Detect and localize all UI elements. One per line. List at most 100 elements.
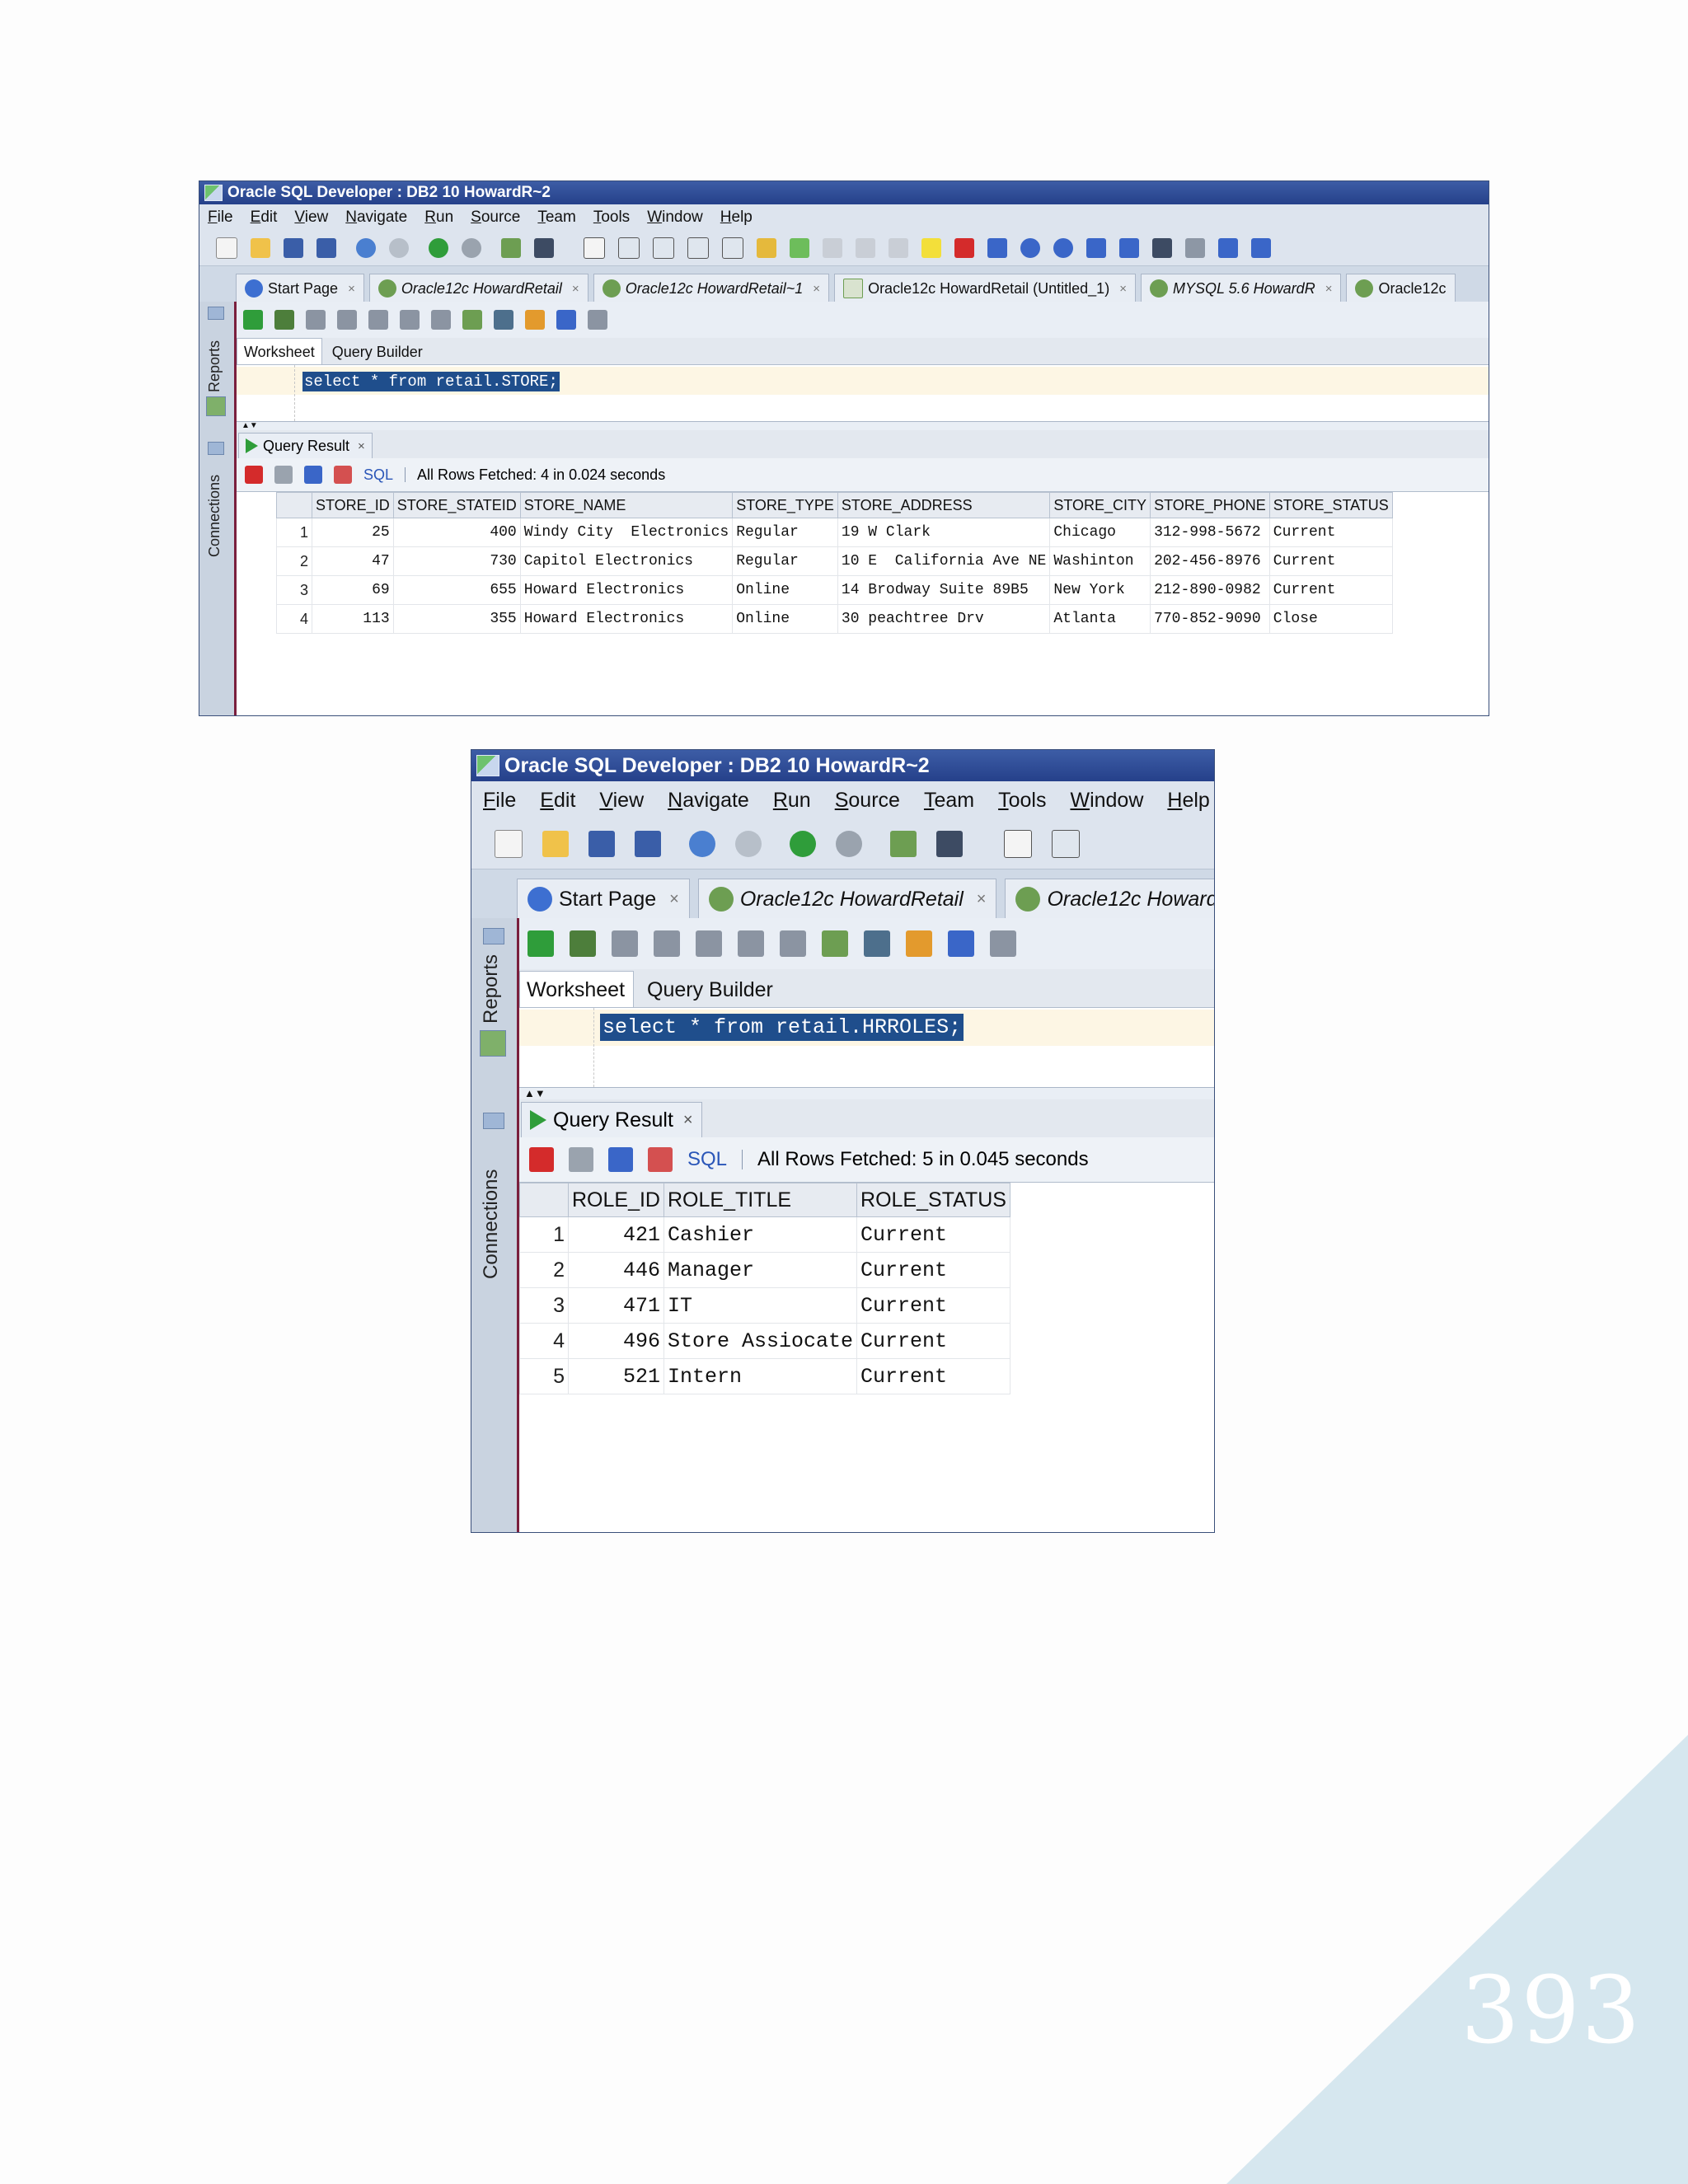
column-header[interactable]: STORE_PHONE: [1150, 492, 1270, 518]
arrow-back-icon[interactable]: [1218, 238, 1238, 258]
format2-icon[interactable]: [856, 238, 875, 258]
column-header[interactable]: STORE_ID: [312, 492, 394, 518]
new-icon[interactable]: [216, 237, 237, 259]
run-script-icon[interactable]: [570, 930, 596, 957]
column-header[interactable]: STORE_ADDRESS: [837, 492, 1051, 518]
cell-role-status[interactable]: Current: [856, 1287, 1010, 1324]
sql-connection-icon[interactable]: [501, 238, 521, 258]
cell-role-status[interactable]: Current: [856, 1252, 1010, 1288]
arrow-next-icon[interactable]: [1251, 238, 1271, 258]
uppercase-icon[interactable]: [494, 310, 513, 330]
cell-store-type[interactable]: Regular: [732, 518, 838, 547]
new-icon[interactable]: [495, 830, 523, 858]
redo-icon[interactable]: [389, 238, 409, 258]
rollback-icon[interactable]: [654, 930, 680, 957]
run-statement-icon[interactable]: [528, 930, 554, 957]
cell-role-id[interactable]: 471: [568, 1287, 664, 1324]
tab-oracle12c-howardre[interactable]: Oracle12c HowardRe: [1005, 879, 1214, 919]
cell-role-id[interactable]: 521: [568, 1358, 664, 1394]
run-script-icon[interactable]: [274, 310, 294, 330]
cell-store-stateid[interactable]: 730: [392, 546, 521, 576]
cell-role-id[interactable]: 496: [568, 1323, 664, 1359]
open-folder-icon[interactable]: [251, 238, 270, 258]
cell-store-status[interactable]: Current: [1268, 518, 1393, 547]
pointer-icon[interactable]: [1004, 830, 1032, 858]
delete-icon[interactable]: [648, 1147, 673, 1172]
explain-plan-icon[interactable]: [368, 310, 388, 330]
close-icon[interactable]: ×: [977, 890, 987, 909]
cell-store-address[interactable]: 14 Brodway Suite 89B5: [837, 575, 1051, 605]
history-icon[interactable]: [948, 930, 974, 957]
menu-view[interactable]: View: [294, 209, 328, 227]
back-icon[interactable]: [429, 238, 448, 258]
tab-query-builder[interactable]: Query Builder: [640, 972, 781, 1007]
menu-file[interactable]: File: [483, 789, 516, 813]
tab-query-builder[interactable]: Query Builder: [326, 339, 429, 364]
close-icon[interactable]: ×: [572, 282, 579, 296]
close-icon[interactable]: ×: [669, 890, 679, 909]
forward-icon[interactable]: [836, 831, 862, 857]
table-row[interactable]: 1 421 Cashier Current: [519, 1216, 1010, 1253]
menu-navigate[interactable]: Navigate: [345, 209, 407, 227]
copy-icon[interactable]: [687, 237, 709, 259]
tab-start-page[interactable]: Start Page ×: [517, 879, 690, 919]
cell-role-status[interactable]: Current: [856, 1216, 1010, 1253]
history-icon[interactable]: [556, 310, 576, 330]
binoculars-icon[interactable]: [534, 238, 554, 258]
menu-help[interactable]: Help: [720, 209, 753, 227]
column-header[interactable]: ROLE_STATUS: [856, 1183, 1010, 1217]
save-icon[interactable]: [284, 238, 303, 258]
menu-edit[interactable]: Edit: [540, 789, 575, 813]
cell-store-stateid[interactable]: 355: [392, 604, 521, 634]
forward-icon[interactable]: [462, 238, 481, 258]
tab-worksheet[interactable]: Worksheet: [519, 971, 635, 1007]
menu-help[interactable]: Help: [1167, 789, 1209, 813]
run-statement-icon[interactable]: [243, 310, 263, 330]
menu-file[interactable]: File: [208, 209, 233, 227]
sql-editor[interactable]: select * from retail.HRROLES;: [519, 1008, 1214, 1088]
commit-icon[interactable]: [306, 310, 326, 330]
close-icon[interactable]: ×: [683, 1111, 693, 1130]
close-icon[interactable]: ×: [1119, 282, 1127, 296]
cell-store-phone[interactable]: 312-998-5672: [1150, 518, 1270, 547]
cell-store-status[interactable]: Current: [1268, 546, 1393, 576]
reports-icon[interactable]: [480, 1030, 506, 1057]
cell-store-type[interactable]: Online: [732, 575, 838, 605]
cell-role-status[interactable]: Current: [856, 1323, 1010, 1359]
panel-icon[interactable]: [208, 307, 224, 320]
cell-store-stateid[interactable]: 400: [392, 518, 521, 547]
binoculars-icon[interactable]: [936, 831, 963, 857]
back-icon[interactable]: [790, 831, 816, 857]
redo-icon[interactable]: [735, 831, 762, 857]
table-row[interactable]: 5 521 Intern Current: [519, 1358, 1010, 1394]
table-icon[interactable]: [1052, 830, 1080, 858]
double-left-icon[interactable]: [987, 238, 1007, 258]
table-row[interactable]: 4 113 355 Howard Electronics Online 30 p…: [276, 604, 1393, 634]
zoom-in-icon[interactable]: [1020, 238, 1040, 258]
cell-store-phone[interactable]: 202-456-8976: [1150, 546, 1270, 576]
menu-run[interactable]: Run: [424, 209, 453, 227]
cell-store-type[interactable]: Regular: [732, 546, 838, 576]
panel-icon[interactable]: [483, 1113, 504, 1129]
panel-icon[interactable]: [208, 442, 224, 455]
format-icon[interactable]: [823, 238, 842, 258]
uppercase-icon[interactable]: [864, 930, 890, 957]
tools-icon[interactable]: [990, 930, 1016, 957]
binoculars2-icon[interactable]: [1152, 238, 1172, 258]
cell-store-id[interactable]: 69: [312, 575, 394, 605]
explain-plan-icon[interactable]: [696, 930, 722, 957]
sql-editor[interactable]: select * from retail.STORE;: [237, 365, 1489, 422]
column-header[interactable]: STORE_NAME: [519, 492, 734, 518]
cell-store-type[interactable]: Online: [732, 604, 838, 634]
menu-edit[interactable]: Edit: [251, 209, 278, 227]
close-icon[interactable]: ×: [1325, 282, 1333, 296]
cell-role-id[interactable]: 446: [568, 1252, 664, 1288]
menu-window[interactable]: Window: [647, 209, 703, 227]
relation-icon[interactable]: [757, 238, 776, 258]
menu-team[interactable]: Team: [924, 789, 974, 813]
print-icon[interactable]: [274, 466, 293, 484]
layout-icon[interactable]: [1119, 238, 1139, 258]
sql-tuning-icon[interactable]: [431, 310, 451, 330]
tab-oracle12c-untitled[interactable]: Oracle12c HowardRetail (Untitled_1) ×: [834, 274, 1136, 302]
sql-connection-icon[interactable]: [890, 831, 917, 857]
